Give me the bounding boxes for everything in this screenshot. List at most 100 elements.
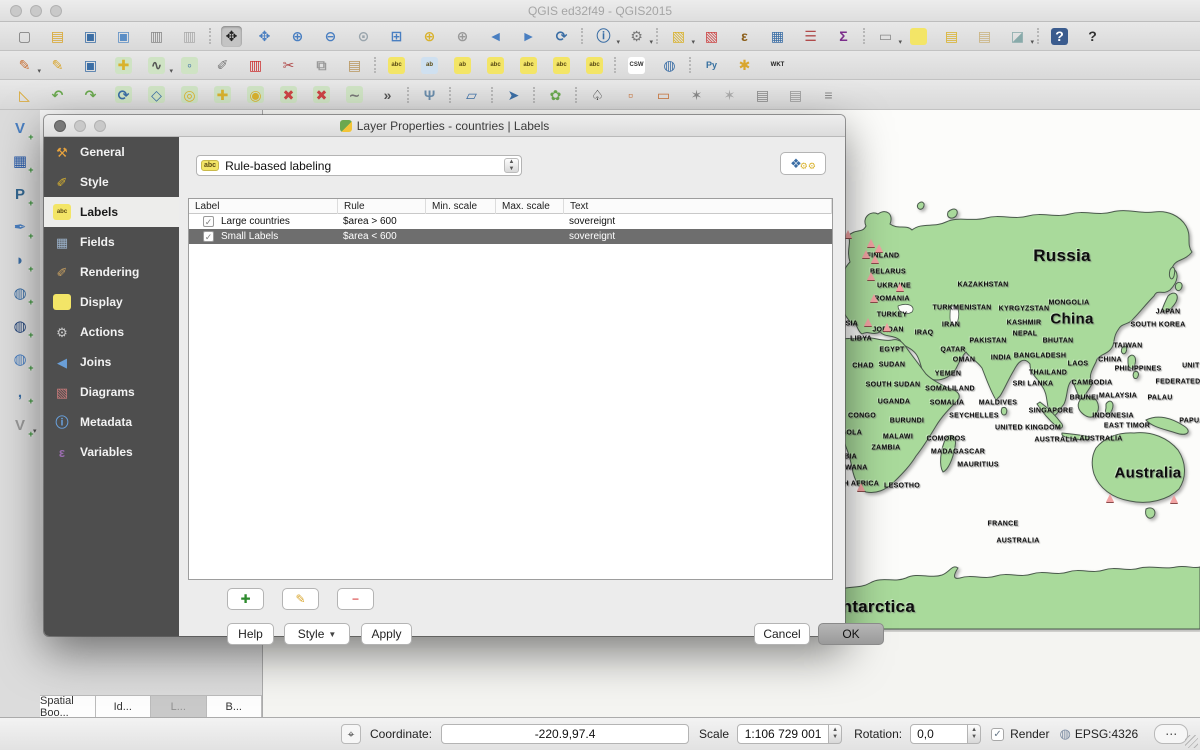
cancel-button[interactable]: Cancel bbox=[754, 623, 810, 645]
fill-ring-button[interactable]: ◉ ▾ bbox=[245, 84, 266, 105]
zoom-to-selection-button[interactable]: ⊕ ▾ bbox=[419, 26, 440, 47]
select-features-button[interactable]: ▧ ▾ bbox=[668, 26, 689, 47]
pan-map-button[interactable]: ✥ ▾ bbox=[221, 26, 242, 47]
whats-this-button[interactable]: ? ▾ bbox=[1082, 26, 1103, 47]
toolbar-overflow-button[interactable]: » ▾ bbox=[377, 84, 398, 105]
add-vector-layer-button[interactable]: V ▾ bbox=[10, 118, 31, 139]
toolbar-separator[interactable]: ▾ bbox=[861, 26, 868, 47]
rotate-feature-button[interactable]: ⟳ ▾ bbox=[113, 84, 134, 105]
edit-rule-button[interactable]: ✎ bbox=[282, 588, 319, 610]
redo-button[interactable]: ↷ ▾ bbox=[80, 84, 101, 105]
help-contents-button[interactable]: ? ▾ bbox=[1049, 26, 1070, 47]
sidebar-item-joins[interactable]: ◀ Joins bbox=[44, 347, 179, 377]
show-bookmarks-button[interactable]: ▤ ▾ bbox=[974, 26, 995, 47]
select-by-expression-button[interactable]: ε ▾ bbox=[734, 26, 755, 47]
toolbar-separator[interactable]: ▾ bbox=[687, 55, 694, 76]
dock-tab-identify[interactable]: Id... bbox=[96, 696, 152, 717]
current-edits-button[interactable]: ✎ ▾ bbox=[14, 55, 35, 76]
scale-combobox[interactable]: 1:106 729 001 bbox=[737, 724, 829, 744]
toolbar-separator[interactable]: ▾ bbox=[612, 55, 619, 76]
move-feature-button[interactable]: ∿ ▾ bbox=[146, 55, 167, 76]
extent-toggle-button[interactable]: ⌖ bbox=[341, 724, 361, 744]
map-tips-button[interactable]: ▾ bbox=[908, 26, 929, 47]
toolbar-separator[interactable]: ▾ bbox=[489, 84, 496, 105]
toolbar-separator[interactable]: ▾ bbox=[531, 84, 538, 105]
sidebar-item-fields[interactable]: ▦ Fields bbox=[44, 227, 179, 257]
field-calculator-button[interactable]: ☰ ▾ bbox=[800, 26, 821, 47]
undo-button[interactable]: ↶ ▾ bbox=[47, 84, 68, 105]
rules-column-header[interactable]: Text bbox=[564, 199, 832, 214]
scale-dropdown-icon[interactable]: ▲▼ bbox=[829, 724, 842, 744]
copy-features-button[interactable]: ⧉ ▾ bbox=[311, 55, 332, 76]
add-raster-layer-button[interactable]: ▦ ▾ bbox=[10, 151, 31, 172]
add-postgis-layer-button[interactable]: P ▾ bbox=[10, 184, 31, 205]
layer-diagram-button[interactable]: ab ▾ bbox=[419, 55, 440, 76]
rotate-label-button[interactable]: abc ▾ bbox=[551, 55, 572, 76]
offset-curve-button[interactable]: ∼ ▾ bbox=[344, 84, 365, 105]
sidebar-item-general[interactable]: ⚒ General bbox=[44, 137, 179, 167]
dock-tab-browser[interactable]: B... bbox=[207, 696, 263, 717]
resize-grip[interactable] bbox=[1185, 735, 1198, 748]
add-rule-button[interactable]: ✚ bbox=[227, 588, 264, 610]
sidebar-item-actions[interactable]: ⚙ Actions bbox=[44, 317, 179, 347]
zoom-in-button[interactable]: ⊕ ▾ bbox=[287, 26, 308, 47]
zoom-out-button[interactable]: ⊖ ▾ bbox=[320, 26, 341, 47]
open-attribute-table-button[interactable]: ▦ ▾ bbox=[767, 26, 788, 47]
render-checkbox[interactable]: ✓ bbox=[991, 728, 1004, 741]
simplify-feature-button[interactable]: ◇ ▾ bbox=[146, 84, 167, 105]
advanced-digitizing-button[interactable]: ◺ ▾ bbox=[14, 84, 35, 105]
magic-wand-button[interactable]: ✶ ▾ bbox=[686, 84, 707, 105]
toggle-editing-button[interactable]: ✎ ▾ bbox=[47, 55, 68, 76]
sidebar-item-display[interactable]: Display bbox=[44, 287, 179, 317]
add-ring-button[interactable]: ◎ ▾ bbox=[179, 84, 200, 105]
new-project-button[interactable]: ▢ ▾ bbox=[14, 26, 35, 47]
open-project-button[interactable]: ▤ ▾ bbox=[47, 26, 68, 47]
toolbar-separator[interactable]: ▾ bbox=[405, 84, 412, 105]
paste-features-button[interactable]: ▤ ▾ bbox=[344, 55, 365, 76]
highlight-labels-button[interactable]: abc ▾ bbox=[485, 55, 506, 76]
add-delimited-text-button[interactable]: , ▾ bbox=[10, 382, 31, 403]
change-label-button[interactable]: abc ▾ bbox=[584, 55, 605, 76]
rules-column-header[interactable]: Label bbox=[189, 199, 338, 214]
feature-action-button[interactable]: ⚙ ▾ bbox=[626, 26, 647, 47]
labeling-rules-table[interactable]: Label Rule Min. scale Max. scale Text bbox=[188, 198, 833, 580]
delete-ring-button[interactable]: ✖ ▾ bbox=[278, 84, 299, 105]
rule-checkbox[interactable]: ✓ bbox=[203, 216, 214, 227]
add-spatialite-layer-button[interactable]: ✒ ▾ bbox=[10, 217, 31, 238]
zoom-next-button[interactable]: ► ▾ bbox=[518, 26, 539, 47]
add-wfs-layer-button[interactable]: ◍ ▾ bbox=[10, 349, 31, 370]
add-wcs-layer-button[interactable]: ◍ ▾ bbox=[10, 316, 31, 337]
add-layer-group-button[interactable]: ≡ ▾ bbox=[818, 84, 839, 105]
refresh-button[interactable]: ⟳ ▾ bbox=[551, 26, 572, 47]
save-layer-edits-button[interactable]: ▣ ▾ bbox=[80, 55, 101, 76]
move-label-button[interactable]: abc ▾ bbox=[518, 55, 539, 76]
toolbar-separator[interactable]: ▾ bbox=[207, 26, 214, 47]
new-composer-button[interactable]: ▥ ▾ bbox=[146, 26, 167, 47]
plugin-manager-button[interactable]: ✱ ▾ bbox=[734, 55, 755, 76]
toolbar-separator[interactable]: ▾ bbox=[573, 84, 580, 105]
toolbar-separator[interactable]: ▾ bbox=[654, 26, 661, 47]
python-console-button[interactable]: Py ▾ bbox=[701, 55, 722, 76]
pan-to-selection-button[interactable]: ✥ ▾ bbox=[254, 26, 275, 47]
area-select-button[interactable]: ▭ ▾ bbox=[653, 84, 674, 105]
processing-toolbox-button[interactable]: ➤ ▾ bbox=[503, 84, 524, 105]
metasearch-csw-button[interactable]: CSW ▾ bbox=[626, 55, 647, 76]
save-project-as-button[interactable]: ▣ ▾ bbox=[113, 26, 134, 47]
add-wms-layer-button[interactable]: ◍ ▾ bbox=[10, 283, 31, 304]
rules-column-header[interactable]: Max. scale bbox=[496, 199, 564, 214]
statistics-button[interactable]: Σ ▾ bbox=[833, 26, 854, 47]
messages-button[interactable]: ⋯ bbox=[1154, 724, 1188, 744]
dialog-titlebar[interactable]: Layer Properties - countries | Labels bbox=[44, 115, 845, 137]
rule-row[interactable]: ✓ Large countries $area > 600 sovereignt bbox=[189, 214, 832, 229]
cut-features-button[interactable]: ✂ ▾ bbox=[278, 55, 299, 76]
layer-labeling-button[interactable]: abc ▾ bbox=[386, 55, 407, 76]
style-book-button[interactable]: ▤ ▾ bbox=[752, 84, 773, 105]
identify-features-button[interactable]: ⓘ ▾ bbox=[593, 26, 614, 47]
rules-column-header[interactable]: Min. scale bbox=[426, 199, 496, 214]
annotation-button[interactable]: ◪ ▾ bbox=[1007, 26, 1028, 47]
dock-tab-spatial-bookmarks[interactable]: Spatial Boo... bbox=[40, 696, 96, 717]
toolbar-separator[interactable]: ▾ bbox=[447, 84, 454, 105]
sidebar-item-labels[interactable]: abc Labels bbox=[44, 197, 179, 227]
zoom-last-button[interactable]: ◄ ▾ bbox=[485, 26, 506, 47]
rule-row[interactable]: ✓ Small Labels $area < 600 sovereignt bbox=[189, 229, 832, 244]
